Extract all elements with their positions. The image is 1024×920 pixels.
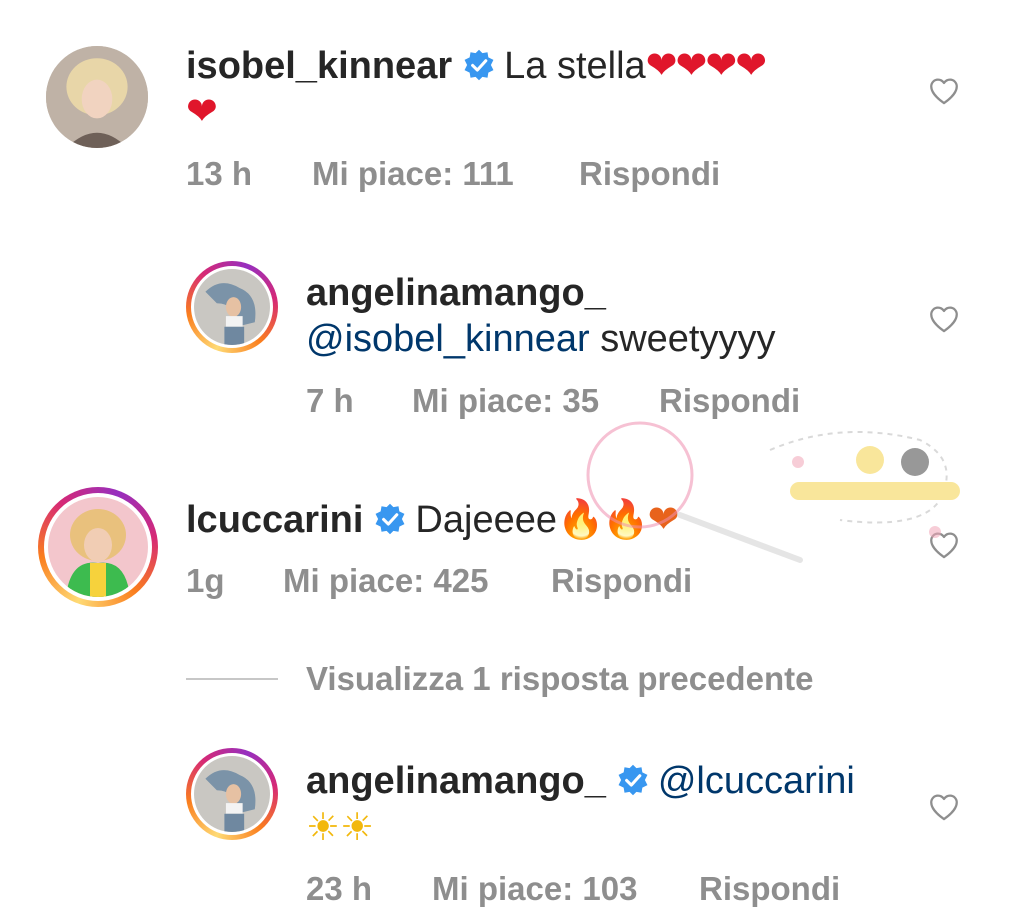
timestamp: 7 h [306, 382, 354, 419]
comment-text: lcuccarini Dajeeee🔥🔥❤ [186, 496, 679, 543]
mention-link[interactable]: @lcuccarini [658, 760, 855, 802]
divider [186, 678, 278, 680]
verified-badge-icon [462, 48, 496, 82]
avatar[interactable] [46, 46, 148, 148]
comment-isobel-kinnear: isobel_kinnear La stella❤❤❤❤ ❤ 13 h Mi pi… [0, 0, 1024, 210]
username[interactable]: isobel_kinnear [186, 45, 452, 87]
reply-button[interactable]: Rispondi [551, 562, 692, 600]
comment-text-line2: ❤ [186, 88, 218, 135]
avatar-story-ring[interactable] [186, 261, 278, 353]
verified-badge-icon [373, 502, 407, 536]
username[interactable]: angelinamango_ [306, 272, 606, 314]
heart-emoji: ❤❤❤❤ [645, 43, 767, 87]
comment-username-line: angelinamango_ [306, 270, 606, 316]
reply-button[interactable]: Rispondi [699, 870, 840, 908]
likes-count[interactable]: Mi piace: 103 [432, 870, 637, 908]
comment-text: isobel_kinnear La stella❤❤❤❤ [186, 42, 767, 89]
timestamp: 1g [186, 562, 225, 599]
like-heart-icon[interactable] [927, 74, 961, 108]
username[interactable]: lcuccarini [186, 499, 363, 541]
verified-badge-icon [616, 763, 650, 797]
view-previous-replies-label[interactable]: Visualizza 1 risposta precedente [306, 660, 813, 698]
comment-text-line2: ☀☀ [306, 804, 374, 851]
timestamp: 23 h [306, 870, 373, 907]
comment-text: angelinamango_ @lcuccarini [306, 758, 855, 804]
username[interactable]: angelinamango_ [306, 760, 606, 802]
comment-lcuccarini: lcuccarini Dajeeee🔥🔥❤ 1g Mi piace: 425 Ri… [0, 440, 1024, 640]
sun-emoji: ☀☀ [306, 805, 375, 849]
comment-text: @isobel_kinnear sweetyyyy [306, 316, 775, 362]
reply-button[interactable]: Rispondi [659, 382, 800, 420]
avatar-story-ring[interactable] [186, 748, 278, 840]
like-heart-icon[interactable] [927, 528, 961, 562]
heart-emoji: ❤ [186, 89, 218, 133]
fire-heart-emoji: 🔥🔥❤ [556, 497, 679, 541]
comment-body: La stella [504, 45, 646, 87]
avatar-story-ring[interactable] [38, 487, 158, 607]
likes-count[interactable]: Mi piace: 425 [283, 562, 488, 600]
timestamp: 13 h [186, 155, 253, 192]
like-heart-icon[interactable] [927, 790, 961, 824]
likes-count[interactable]: Mi piace: 35 [412, 382, 599, 420]
comment-body: Dajeeee [415, 499, 557, 541]
comment-reply-angelinamango: angelinamango_ @isobel_kinnear sweetyyyy… [0, 210, 1024, 440]
reply-button[interactable]: Rispondi [579, 155, 720, 193]
like-heart-icon[interactable] [927, 302, 961, 336]
comment-reply-angelinamango-2: angelinamango_ @lcuccarini ☀☀ 23 h Mi pia… [0, 720, 1024, 920]
comment-body: sweetyyyy [589, 318, 776, 360]
likes-count[interactable]: Mi piace: 111 [312, 155, 514, 193]
mention-link[interactable]: @isobel_kinnear [306, 318, 590, 360]
